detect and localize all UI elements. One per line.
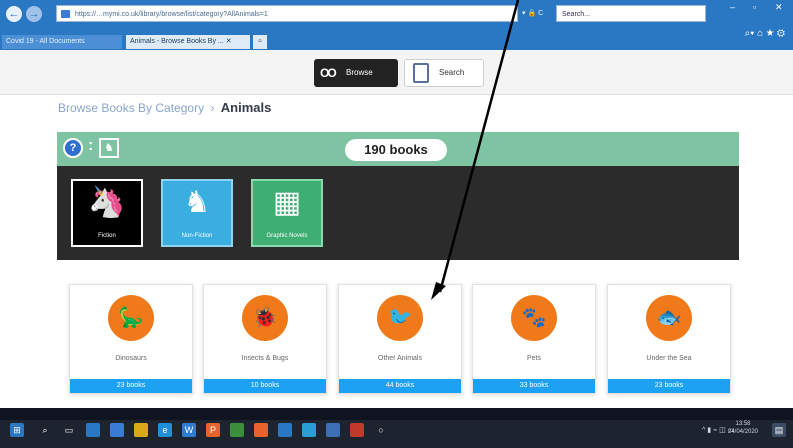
favorites-star-icon[interactable]: ★ xyxy=(766,28,774,39)
taskbar-app-icon[interactable] xyxy=(326,423,340,437)
category-count: 44 books xyxy=(339,379,461,393)
book-count-badge: 190 books xyxy=(345,139,447,161)
search-label: Search xyxy=(439,68,465,77)
animal-filter-icon[interactable]: ♞ xyxy=(99,138,119,158)
search-dropdown-icon[interactable]: ⌕▾ xyxy=(745,28,755,39)
taskbar-app-icon[interactable] xyxy=(110,423,124,437)
back-icon[interactable]: ← xyxy=(6,6,22,22)
header-colon: : xyxy=(88,137,94,154)
new-tab-icon[interactable]: ▫ xyxy=(253,35,267,49)
book-type-graphic-novels[interactable]: ▦ Graphic Novels xyxy=(251,179,323,247)
tab-animals[interactable]: Animals - Browse Books By ... ✕ xyxy=(126,35,250,49)
pet-icon: 🐾 xyxy=(511,295,557,341)
taskbar-strip xyxy=(0,408,793,420)
taskbar-search-icon[interactable]: ⌕ xyxy=(38,423,52,437)
filter-panel-header: ? : ♞ 190 books xyxy=(57,132,739,166)
category-name: Under the Sea xyxy=(646,355,692,362)
settings-gear-icon[interactable]: ⚙ xyxy=(777,28,785,39)
bug-icon: 🐞 xyxy=(242,295,288,341)
firefox-icon[interactable] xyxy=(254,423,268,437)
home-icon[interactable]: ⌂ xyxy=(757,28,763,39)
taskbar-app-icon[interactable] xyxy=(86,423,100,437)
book-type-non-fiction[interactable]: ♞ Non-Fiction xyxy=(161,179,233,247)
book-type-fiction[interactable]: 🦄 Fiction xyxy=(71,179,143,247)
fish-icon: 🐟 xyxy=(646,295,692,341)
browse-button[interactable]: OO Browse xyxy=(314,59,398,87)
unicorn-icon: 🦄 xyxy=(88,186,126,219)
site-icon xyxy=(61,10,70,18)
minimize-icon[interactable]: – xyxy=(730,0,735,14)
internet-explorer-icon[interactable]: e xyxy=(158,423,172,437)
category-card-pets[interactable]: 🐾 Pets 33 books xyxy=(472,284,596,394)
horse-icon: ♞ xyxy=(183,186,211,219)
search-book-icon xyxy=(413,63,429,83)
category-count: 10 books xyxy=(204,379,326,393)
clock-time: 13:58 xyxy=(735,421,751,427)
category-count: 23 books xyxy=(608,379,730,393)
category-count: 23 books xyxy=(70,379,192,393)
page-content: OO Browse Search Browse Books By Categor… xyxy=(0,50,793,408)
category-card-insects-bugs[interactable]: 🐞 Insects & Bugs 10 books xyxy=(203,284,327,394)
maximize-icon[interactable]: ▫ xyxy=(753,0,756,14)
category-name: Other Animals xyxy=(378,355,422,362)
book-type-panel: 🦄 Fiction ♞ Non-Fiction ▦ Graphic Novels xyxy=(57,166,739,260)
category-name: Insects & Bugs xyxy=(241,355,289,362)
browser-search-input[interactable]: Search... xyxy=(556,5,706,22)
taskbar-clock[interactable]: 13:58 24/04/2020 xyxy=(723,420,763,436)
address-bar[interactable]: https://…mymi.co.uk/library/browse/list/… xyxy=(56,5,518,22)
book-type-label: Non-Fiction xyxy=(181,233,213,239)
powerpoint-icon[interactable]: P xyxy=(206,423,220,437)
search-button[interactable]: Search xyxy=(404,59,484,87)
category-name: Pets xyxy=(526,355,541,362)
comic-icon: ▦ xyxy=(272,186,302,219)
kiwi-bird-icon: 🐦 xyxy=(377,295,423,341)
breadcrumb: Browse Books By Category › Animals xyxy=(58,100,271,115)
forward-icon[interactable]: → xyxy=(26,6,42,22)
browser-toolbar-icons: ⌕▾ ⌂ ★ ⚙ xyxy=(745,28,785,39)
close-window-icon[interactable]: ✕ xyxy=(775,0,783,14)
binoculars-icon: OO xyxy=(320,66,337,80)
category-name: Dinosaurs xyxy=(115,355,147,362)
category-card-other-animals[interactable]: 🐦 Other Animals 44 books xyxy=(338,284,462,394)
book-type-label: Graphic Novels xyxy=(266,233,308,239)
browse-label: Browse xyxy=(346,68,373,77)
address-text: https://…mymi.co.uk/library/browse/list/… xyxy=(75,11,268,18)
help-icon[interactable]: ? xyxy=(63,138,83,158)
tab-row: Covid 19 - All Documents Animals - Brows… xyxy=(0,32,793,50)
taskbar-app-icon[interactable] xyxy=(350,423,364,437)
dinosaur-icon: 🦕 xyxy=(108,295,154,341)
category-card-under-the-sea[interactable]: 🐟 Under the Sea 23 books xyxy=(607,284,731,394)
chrome-icon[interactable] xyxy=(230,423,244,437)
top-nav: OO Browse Search xyxy=(0,50,793,95)
notifications-icon[interactable]: ▤ xyxy=(772,423,786,437)
clock-date: 24/04/2020 xyxy=(727,429,759,435)
word-icon[interactable]: W xyxy=(182,423,196,437)
breadcrumb-parent-link[interactable]: Browse Books By Category xyxy=(58,101,204,115)
category-count: 33 books xyxy=(473,379,595,393)
breadcrumb-separator: › xyxy=(210,101,215,115)
windows-start-icon[interactable]: ⊞ xyxy=(10,423,24,437)
taskbar-app-icon[interactable]: ○ xyxy=(374,423,388,437)
file-explorer-icon[interactable] xyxy=(134,423,148,437)
address-controls[interactable]: ▾ 🔒 C xyxy=(522,5,552,22)
task-view-icon[interactable]: ▭ xyxy=(62,423,76,437)
taskbar-app-icon[interactable] xyxy=(278,423,292,437)
taskbar-app-icon[interactable] xyxy=(302,423,316,437)
book-type-label: Fiction xyxy=(98,233,116,239)
category-card-dinosaurs[interactable]: 🦕 Dinosaurs 23 books xyxy=(69,284,193,394)
breadcrumb-current: Animals xyxy=(220,100,272,115)
tab-covid-documents[interactable]: Covid 19 - All Documents xyxy=(2,35,122,49)
